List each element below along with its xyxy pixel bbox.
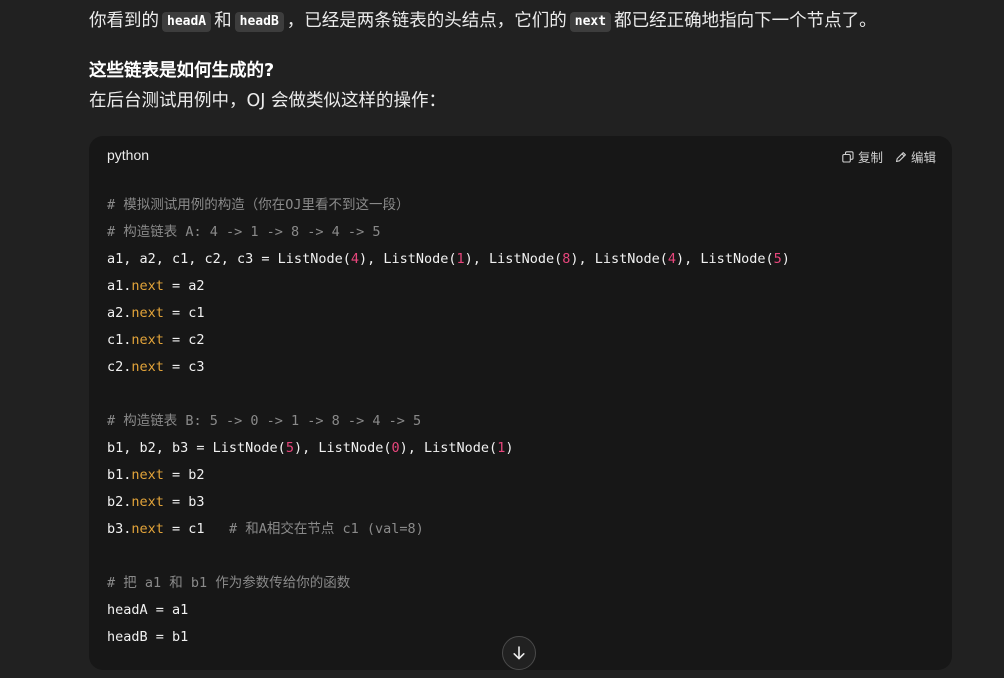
code-token: a1, a2, c1, c2, c3 = ListNode(	[107, 251, 351, 267]
message-paragraph: 你看到的 headA 和 headB ，已经是两条链表的头结点，它们的 next 都已经正确…	[89, 8, 877, 34]
code-block: python 复制 编辑 # 模拟测试用例的构造（你在OJ里看不到这一段） # …	[89, 136, 952, 670]
code-token-attr: next	[131, 359, 164, 375]
code-language-label: python	[107, 147, 150, 163]
code-token-comment: # 和A相交在节点 c1 (val=8)	[228, 521, 424, 537]
code-token: ), ListNode(	[464, 251, 563, 267]
code-token: )	[781, 251, 790, 267]
code-token: ), ListNode(	[293, 440, 392, 456]
code-token-attr: next	[131, 332, 164, 348]
code-line: # 构造链表 A: 4 -> 1 -> 8 -> 4 -> 5	[107, 219, 790, 246]
copy-label: 复制	[857, 150, 883, 165]
code-token: )	[505, 440, 514, 456]
code-token-attr: next	[131, 467, 164, 483]
code-line: b1, b2, b3 = ListNode(5), ListNode(0), L…	[107, 435, 790, 462]
code-line: # 把 a1 和 b1 作为参数传给你的函数	[107, 570, 790, 597]
code-token: = b2	[163, 467, 205, 483]
scroll-to-bottom-button[interactable]	[502, 636, 536, 670]
inline-code-headA: headA	[162, 12, 212, 32]
code-token-num: 5	[285, 440, 294, 456]
code-line: headB = b1	[107, 624, 790, 651]
code-token: = c1	[163, 305, 205, 321]
code-line: a1, a2, c1, c2, c3 = ListNode(4), ListNo…	[107, 246, 790, 273]
code-token: = c1	[163, 521, 229, 537]
code-token-attr: next	[131, 494, 164, 510]
text-segment: 和	[214, 11, 232, 31]
code-token-num: 5	[773, 251, 782, 267]
code-line: c1.next = c2	[107, 327, 790, 354]
code-token: a1.	[107, 278, 132, 294]
inline-code-headB: headB	[234, 12, 284, 32]
code-token-num: 1	[456, 251, 465, 267]
arrow-down-icon	[513, 646, 525, 660]
code-content: # 模拟测试用例的构造（你在OJ里看不到这一段） # 构造链表 A: 4 -> 1…	[107, 192, 790, 651]
edit-label: 编辑	[910, 150, 936, 165]
code-token-comment: # 模拟测试用例的构造（你在OJ里看不到这一段）	[107, 197, 410, 213]
code-token: headB = b1	[107, 629, 189, 645]
code-block-header: python 复制 编辑	[89, 136, 952, 176]
code-token: ), ListNode(	[676, 251, 774, 267]
code-line: headA = a1	[107, 597, 790, 624]
code-token-num: 4	[350, 251, 359, 267]
code-token: b3.	[107, 521, 132, 537]
edit-pencil-icon	[895, 151, 906, 162]
code-actions: 复制 编辑	[842, 147, 936, 166]
code-token: b2.	[107, 494, 132, 510]
code-token: b1, b2, b3 = ListNode(	[107, 440, 286, 456]
code-token: = a2	[163, 278, 205, 294]
code-line: b1.next = b2	[107, 462, 790, 489]
copy-icon	[842, 150, 854, 163]
code-token-attr: next	[131, 521, 164, 537]
code-token-attr: next	[131, 305, 164, 321]
code-token-comment: # 构造链表 B: 5 -> 0 -> 1 -> 8 -> 4 -> 5	[107, 413, 422, 429]
code-token: ), ListNode(	[570, 251, 668, 267]
copy-button[interactable]: 复制	[842, 147, 883, 166]
text-segment: 都已经正确地指向下一个节点了。	[614, 11, 877, 31]
code-line: # 构造链表 B: 5 -> 0 -> 1 -> 8 -> 4 -> 5	[107, 408, 790, 435]
message-paragraph: 在后台测试用例中，OJ 会做类似这样的操作：	[89, 91, 446, 111]
code-token-attr: next	[131, 278, 164, 294]
code-line: a1.next = a2	[107, 273, 790, 300]
inline-code-next: next	[569, 12, 612, 32]
code-token: = c3	[163, 359, 205, 375]
edit-button[interactable]: 编辑	[895, 147, 936, 166]
code-token: headA = a1	[107, 602, 189, 618]
text-segment: 你看到的	[89, 11, 159, 31]
code-token-comment: # 构造链表 A: 4 -> 1 -> 8 -> 4 -> 5	[107, 224, 381, 240]
code-token: c1.	[107, 332, 132, 348]
code-token: = b3	[163, 494, 205, 510]
code-token: ), ListNode(	[358, 251, 457, 267]
code-token-comment: # 把 a1 和 b1 作为参数传给你的函数	[107, 575, 351, 591]
code-line: b3.next = c1 # 和A相交在节点 c1 (val=8)	[107, 516, 790, 543]
code-token-num: 4	[667, 251, 677, 267]
code-token: ), ListNode(	[399, 440, 498, 456]
code-line: # 模拟测试用例的构造（你在OJ里看不到这一段）	[107, 192, 790, 219]
code-token: c2.	[107, 359, 132, 375]
text-segment: ，已经是两条链表的头结点，它们的	[286, 11, 567, 31]
code-token-num: 0	[391, 440, 400, 456]
message-heading: 这些链表是如何生成的?	[89, 61, 275, 81]
code-token: a2.	[107, 305, 132, 321]
code-token: b1.	[107, 467, 132, 483]
code-line: b2.next = b3	[107, 489, 790, 516]
code-token: = c2	[163, 332, 205, 348]
chat-page: 你看到的 headA 和 headB ，已经是两条链表的头结点，它们的 next 都已经正确…	[0, 0, 1004, 678]
code-line: c2.next = c3	[107, 354, 790, 381]
code-line: a2.next = c1	[107, 300, 790, 327]
